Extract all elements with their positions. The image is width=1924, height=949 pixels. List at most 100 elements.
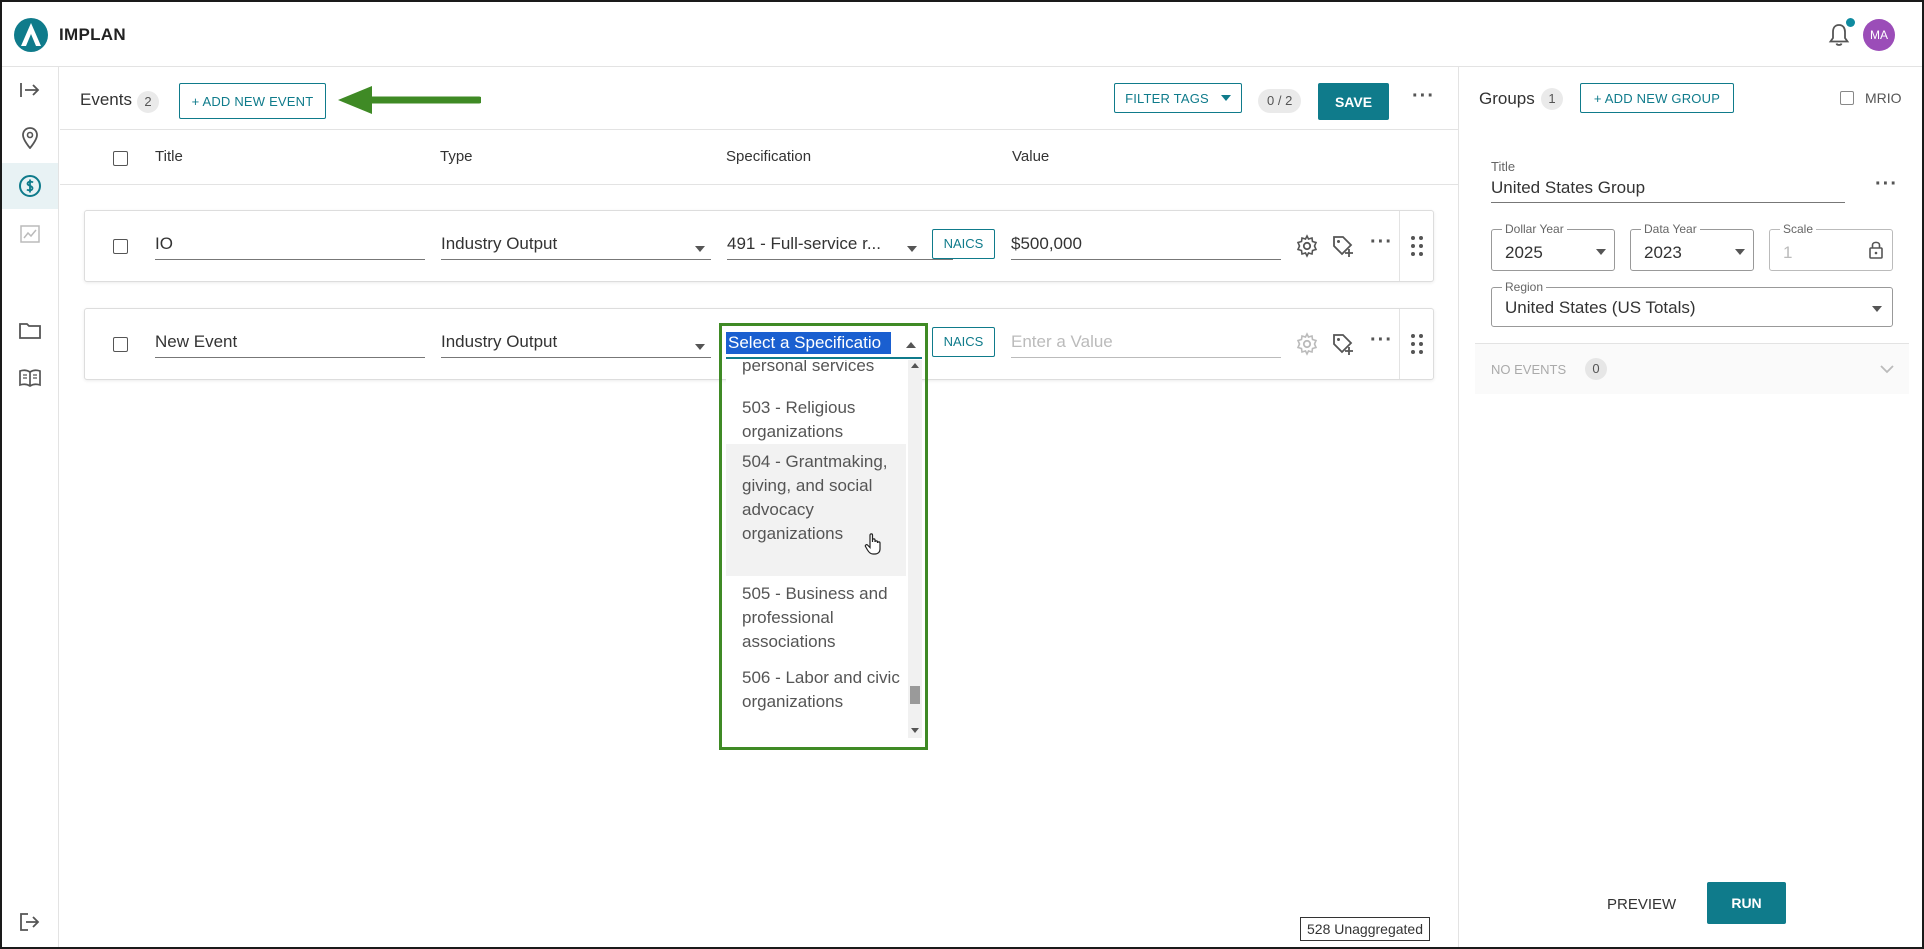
- groups-panel: Groups 1 + ADD NEW GROUP MRIO Title Unit…: [1458, 67, 1922, 947]
- group-title-field[interactable]: United States Group: [1491, 171, 1845, 203]
- events-count-badge: 2: [137, 91, 159, 113]
- chevron-down-icon[interactable]: [1880, 364, 1894, 374]
- top-bar: IMPLAN MA: [2, 2, 1922, 67]
- column-header-title: Title: [155, 148, 183, 165]
- scale-value: 1: [1783, 243, 1793, 262]
- group-more-icon[interactable]: ···: [1875, 173, 1898, 196]
- lock-icon[interactable]: [1868, 240, 1884, 260]
- nav-expand-icon[interactable]: [2, 67, 58, 113]
- no-events-row[interactable]: NO EVENTS 0: [1475, 344, 1909, 394]
- drag-handle-zone[interactable]: [1399, 309, 1433, 379]
- add-new-group-button[interactable]: + ADD NEW GROUP: [1580, 83, 1734, 113]
- nav-folder-icon[interactable]: [2, 307, 58, 353]
- dropdown-option-hovered[interactable]: 504 - Grantmaking, giving, and social ad…: [726, 444, 906, 576]
- event-row-checkbox[interactable]: [113, 239, 128, 254]
- event-type-select[interactable]: Industry Output: [441, 228, 711, 260]
- event-type-value: Industry Output: [441, 234, 558, 253]
- run-button[interactable]: RUN: [1707, 882, 1786, 924]
- select-all-checkbox[interactable]: [113, 151, 128, 166]
- event-specification-select[interactable]: 491 - Full-service r...: [727, 228, 953, 260]
- dropdown-option[interactable]: 505 - Business and professional associat…: [726, 576, 906, 660]
- filter-tags-label: FILTER TAGS: [1125, 90, 1209, 106]
- app-window: IMPLAN MA Events 2 + ADD NEW EVENT FILTE…: [0, 0, 1924, 949]
- event-type-select[interactable]: Industry Output: [441, 326, 711, 358]
- event-title-field[interactable]: New Event: [155, 326, 425, 358]
- dropdown-scrollbar[interactable]: [908, 360, 922, 738]
- data-year-value: 2023: [1644, 243, 1682, 262]
- user-avatar[interactable]: MA: [1863, 19, 1895, 51]
- scroll-up-icon[interactable]: [911, 363, 919, 368]
- group-card: Title United States Group ··· Dollar Yea…: [1475, 137, 1909, 407]
- events-title: Events: [80, 90, 132, 109]
- events-table-header: Title Type Specification Value: [60, 131, 1458, 185]
- event-row: IO Industry Output 491 - Full-service r.…: [84, 210, 1434, 282]
- event-row-checkbox[interactable]: [113, 337, 128, 352]
- event-row-more-icon[interactable]: ···: [1370, 329, 1393, 352]
- mrio-label: MRIO: [1865, 90, 1902, 106]
- event-row-more-icon[interactable]: ···: [1370, 231, 1393, 254]
- drag-handle-icon[interactable]: [1410, 235, 1424, 257]
- groups-title: Groups: [1479, 89, 1535, 108]
- brand-name: IMPLAN: [59, 25, 126, 44]
- drag-handle-zone[interactable]: [1399, 211, 1433, 281]
- event-type-value: Industry Output: [441, 332, 558, 351]
- event-value-field[interactable]: $500,000: [1011, 228, 1281, 260]
- scale-field[interactable]: Scale 1: [1769, 222, 1893, 271]
- scale-label: Scale: [1780, 222, 1817, 236]
- mrio-checkbox[interactable]: [1840, 91, 1854, 105]
- chevron-up-icon: [906, 342, 916, 348]
- column-header-specification: Specification: [726, 148, 812, 165]
- naics-button[interactable]: NAICS: [932, 229, 995, 259]
- hand-cursor-icon: [864, 533, 881, 555]
- save-button[interactable]: SAVE: [1318, 83, 1389, 120]
- scrollbar-thumb[interactable]: [910, 686, 920, 704]
- event-title-field[interactable]: IO: [155, 228, 425, 260]
- no-events-count-badge: 0: [1585, 358, 1607, 380]
- unaggregated-tooltip: 528 Unaggregated: [1300, 917, 1430, 941]
- region-value: United States (US Totals): [1505, 298, 1696, 317]
- add-tag-icon[interactable]: [1331, 332, 1355, 356]
- events-more-icon[interactable]: ···: [1412, 85, 1435, 108]
- specification-options-list: personal services 503 - Religious organi…: [726, 360, 922, 738]
- column-header-type: Type: [440, 148, 473, 165]
- chevron-down-icon: [1872, 306, 1882, 312]
- dollar-year-select[interactable]: Dollar Year 2025: [1491, 222, 1615, 271]
- dollar-year-value: 2025: [1505, 243, 1543, 262]
- no-events-label: NO EVENTS: [1491, 362, 1567, 377]
- gear-icon[interactable]: [1295, 332, 1319, 356]
- gear-icon[interactable]: [1295, 234, 1319, 258]
- events-header: Events 2 + ADD NEW EVENT FILTER TAGS SAV…: [60, 67, 1458, 130]
- dropdown-option[interactable]: personal services: [726, 360, 906, 378]
- chevron-down-icon: [1735, 249, 1745, 255]
- chevron-down-icon: [1220, 95, 1231, 101]
- scroll-down-icon[interactable]: [911, 728, 919, 733]
- filter-tags-button[interactable]: FILTER TAGS: [1114, 83, 1242, 113]
- nav-logout-icon[interactable]: [2, 899, 58, 945]
- chevron-down-icon: [695, 246, 705, 252]
- nav-location-pin-icon[interactable]: [2, 115, 58, 161]
- add-new-event-button[interactable]: + ADD NEW EVENT: [179, 83, 326, 119]
- left-nav: [2, 67, 59, 947]
- data-year-select[interactable]: Data Year 2023: [1630, 222, 1754, 271]
- column-header-value: Value: [1012, 148, 1050, 165]
- specification-select-open[interactable]: Select a Specificatio: [726, 329, 922, 359]
- nav-chart-icon[interactable]: [2, 211, 58, 257]
- specification-select-value[interactable]: Select a Specificatio: [726, 332, 891, 354]
- dropdown-option[interactable]: 503 - Religious organizations: [726, 390, 906, 450]
- region-label: Region: [1502, 280, 1547, 294]
- dropdown-option[interactable]: 506 - Labor and civic organizations: [726, 660, 906, 738]
- event-value-field[interactable]: Enter a Value: [1011, 326, 1281, 358]
- event-specification-value: 491 - Full-service r...: [727, 234, 881, 253]
- preview-button[interactable]: PREVIEW: [1607, 896, 1676, 913]
- add-tag-icon[interactable]: [1331, 234, 1355, 258]
- naics-button[interactable]: NAICS: [932, 327, 995, 357]
- nav-dollar-icon[interactable]: [2, 163, 58, 209]
- drag-handle-icon[interactable]: [1410, 333, 1424, 355]
- nav-book-icon[interactable]: [2, 355, 58, 401]
- annotation-arrow-icon: [338, 86, 481, 114]
- dollar-year-label: Dollar Year: [1502, 222, 1567, 236]
- implan-logo-icon[interactable]: [14, 18, 48, 52]
- region-select[interactable]: Region United States (US Totals): [1491, 280, 1893, 327]
- chevron-down-icon: [907, 246, 917, 252]
- pager: 0 / 2: [1258, 89, 1302, 113]
